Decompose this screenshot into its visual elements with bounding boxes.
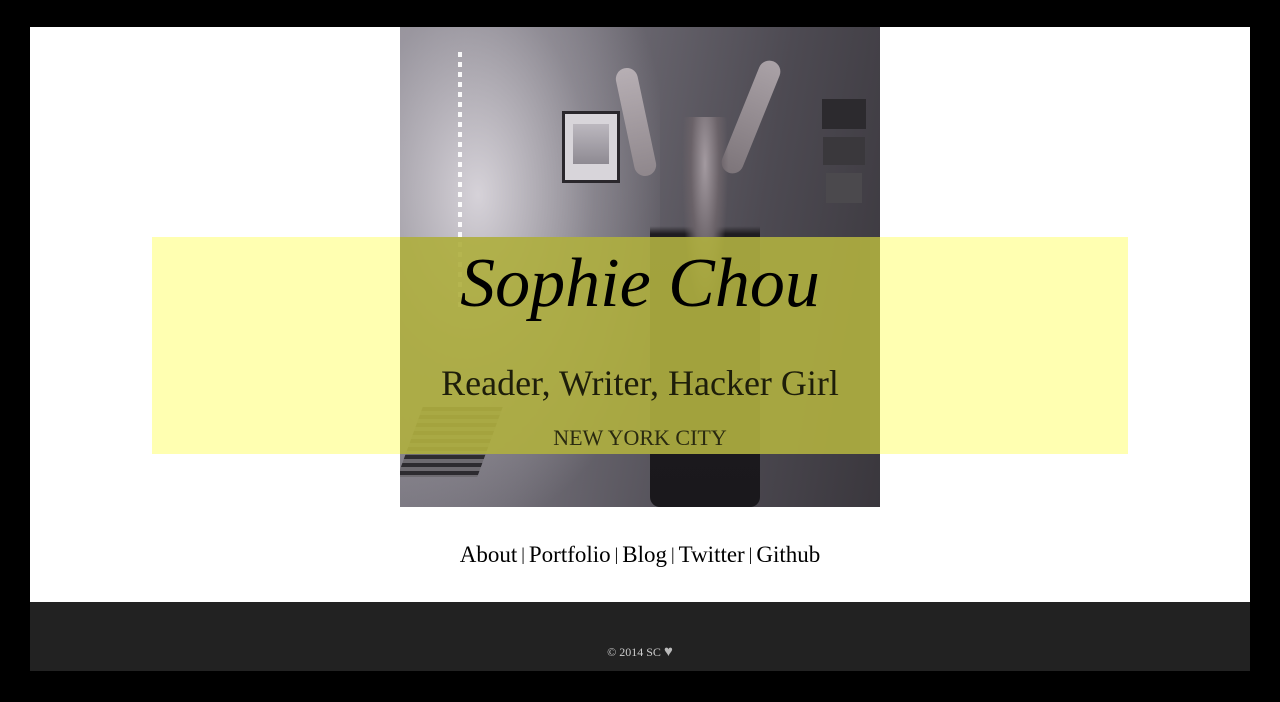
copyright-text: © 2014 SC (607, 645, 661, 659)
page-frame: Sophie Chou Reader, Writer, Hacker Girl … (30, 27, 1250, 671)
nav-separator: | (671, 544, 675, 564)
photo-poster (823, 137, 865, 165)
site-title: Sophie Chou (460, 245, 820, 322)
photo-wall-frame (562, 111, 620, 183)
nav-separator: | (748, 544, 753, 564)
heart-icon: ♥ (663, 644, 673, 660)
nav-link-portfolio[interactable]: Portfolio (529, 542, 611, 567)
photo-poster (826, 173, 862, 203)
site-tagline: Reader, Writer, Hacker Girl (441, 363, 839, 403)
footer-copyright: © 2014 SC ♥ (30, 644, 1250, 661)
nav-link-blog[interactable]: Blog (622, 542, 667, 567)
nav-separator: | (521, 544, 525, 564)
nav-separator: | (614, 544, 619, 564)
footer: © 2014 SC ♥ (30, 602, 1250, 671)
site-location: NEW YORK CITY (553, 425, 727, 450)
main-nav: About | Portfolio | Blog | Twitter | Github (30, 543, 1250, 566)
nav-link-about[interactable]: About (460, 542, 518, 567)
nav-link-github[interactable]: Github (756, 542, 820, 567)
photo-poster (822, 99, 866, 129)
nav-link-twitter[interactable]: Twitter (679, 542, 745, 567)
